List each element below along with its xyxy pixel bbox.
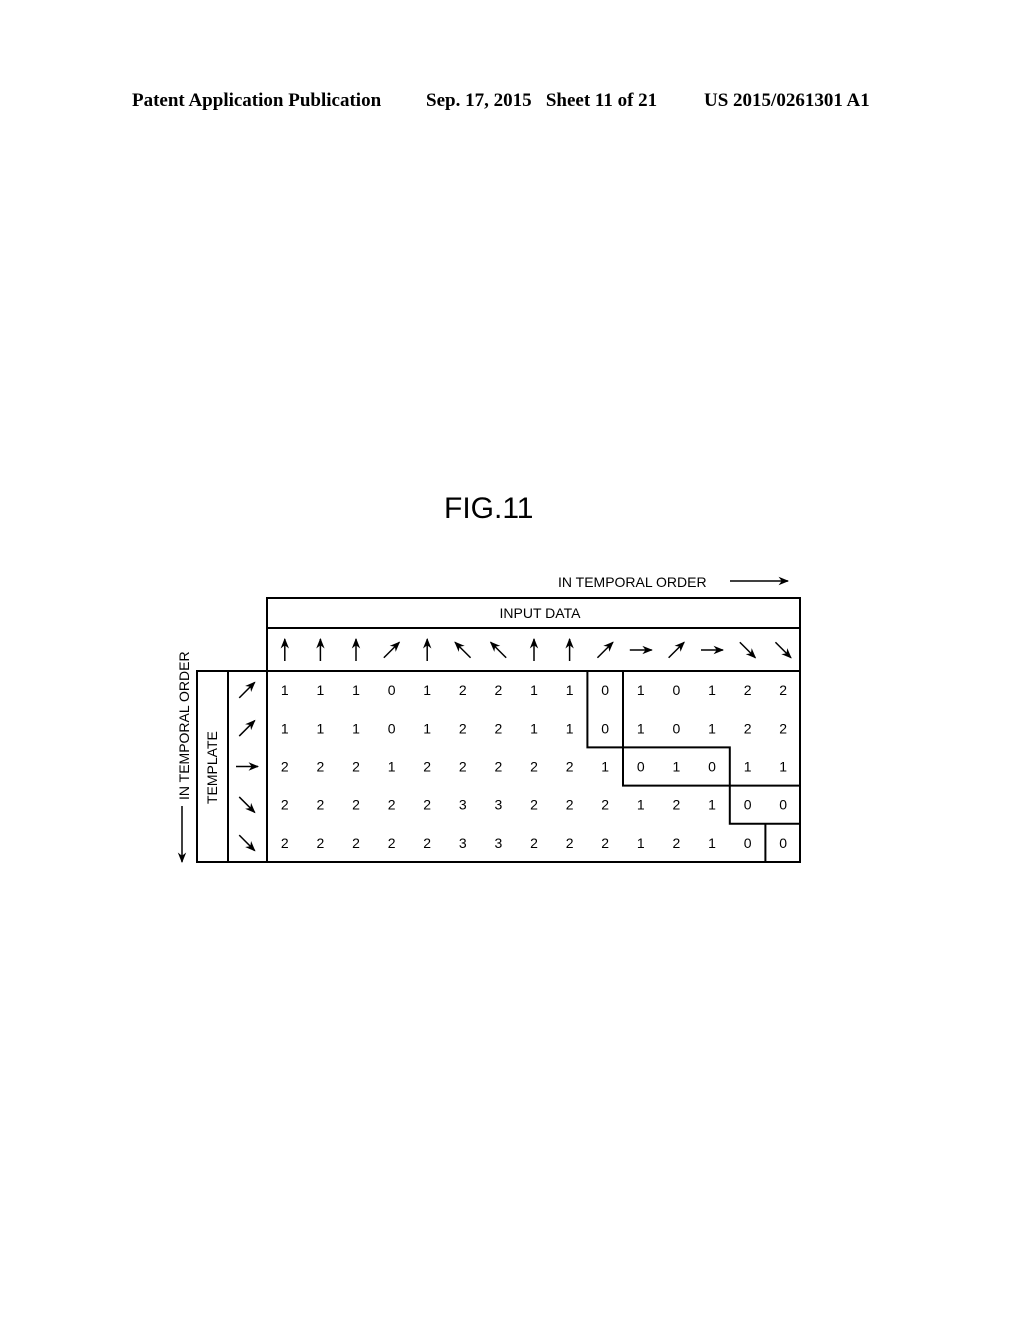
matrix-cell: 1 [423,682,431,698]
arrow-down-right-icon [238,796,256,814]
matrix-cell: 1 [388,759,396,775]
matrix-cell: 2 [281,835,289,851]
matrix-cell: 2 [779,720,787,736]
matrix-cell: 3 [495,835,503,851]
matrix-cell: 2 [423,797,431,813]
matrix-cell: 2 [388,797,396,813]
matrix-cell: 1 [352,682,360,698]
matrix-cell: 2 [744,682,752,698]
matrix-cell: 0 [388,682,396,698]
matrix-cell: 1 [637,720,645,736]
matrix-cell: 0 [637,759,645,775]
matrix-cell: 2 [495,720,503,736]
matrix-cell: 1 [744,759,752,775]
matrix-cell: 2 [352,759,360,775]
matrix-cell: 0 [779,797,787,813]
matrix-cell: 2 [530,759,538,775]
matrix-cell: 0 [779,835,787,851]
matrix-cell: 0 [388,720,396,736]
matrix-cell: 1 [708,682,716,698]
left-direction-label: IN TEMPORAL ORDER [176,651,192,800]
matrix-cell: 2 [459,720,467,736]
matching-path-outline [586,671,801,862]
matrix-cell: 2 [352,797,360,813]
matrix-cell: 2 [317,797,325,813]
matrix-cell: 1 [708,835,716,851]
matrix-cell: 2 [281,759,289,775]
matrix-cell: 0 [673,682,681,698]
matrix-cell: 1 [637,682,645,698]
arrow-up-right-icon [668,641,685,659]
matrix-cell: 0 [601,682,609,698]
matrix-cell: 2 [673,835,681,851]
arrow-down-right-icon [774,641,792,659]
matrix-cell: 2 [744,720,752,736]
template-header: TEMPLATE [204,731,220,804]
matrix-cell: 0 [601,720,609,736]
matrix-cell: 2 [317,759,325,775]
matrix-cell: 1 [637,835,645,851]
matrix-cell: 0 [744,797,752,813]
matrix-cell: 1 [708,797,716,813]
matrix-cell: 2 [530,797,538,813]
matrix-cell: 2 [388,835,396,851]
matrix-cell: 2 [495,759,503,775]
matrix-cell: 1 [423,720,431,736]
matrix-cell: 1 [317,682,325,698]
matrix-cell: 1 [779,759,787,775]
matrix-cell: 2 [779,682,787,698]
matrix-cell: 0 [708,759,716,775]
matrix-cell: 2 [601,797,609,813]
matrix-cell: 1 [281,682,289,698]
matrix-cell: 2 [495,682,503,698]
arrow-up-left-icon [489,641,507,659]
input-data-header: INPUT DATA [500,605,582,621]
matrix-cell: 1 [530,682,538,698]
matrix-cell: 0 [673,720,681,736]
arrow-up-right-icon [596,641,614,659]
matrix-cell: 1 [673,759,681,775]
arrow-up-left-icon [454,641,472,659]
matrix-cell: 3 [459,797,467,813]
matrix-cell: 3 [459,835,467,851]
matrix-cell: 1 [352,720,360,736]
matrix-cell: 2 [566,797,574,813]
matrix-cell: 0 [744,835,752,851]
matrix-cell: 1 [601,759,609,775]
matrix-cell: 2 [566,835,574,851]
matrix-cell: 3 [495,797,503,813]
matrix-cell: 2 [423,835,431,851]
arrow-up-right-icon [238,719,256,737]
figure-diagram: IN TEMPORAL ORDER IN TEMPORAL ORDER INPU… [176,574,801,864]
matrix-cell: 1 [708,720,716,736]
matrix-cell: 1 [281,720,289,736]
matrix-cell: 2 [281,797,289,813]
arrow-up-right-icon [238,681,256,699]
matrix-cell: 2 [530,835,538,851]
matrix-cell: 2 [317,835,325,851]
matrix-cell: 2 [352,835,360,851]
matrix-cell: 2 [459,682,467,698]
arrow-down-right-icon [739,641,757,659]
matrix-cell: 1 [566,720,574,736]
top-direction-label: IN TEMPORAL ORDER [558,574,707,590]
matrix-cell: 1 [530,720,538,736]
arrow-up-right-icon [383,641,401,659]
matrix-cell: 2 [423,759,431,775]
matrix-cell: 1 [566,682,574,698]
matrix-cell: 2 [566,759,574,775]
matrix-cell: 1 [317,720,325,736]
matrix-cell: 2 [459,759,467,775]
matrix-cell: 2 [673,797,681,813]
matrix-cell: 2 [601,835,609,851]
arrow-down-right-icon [238,834,256,852]
matrix-cell: 1 [637,797,645,813]
